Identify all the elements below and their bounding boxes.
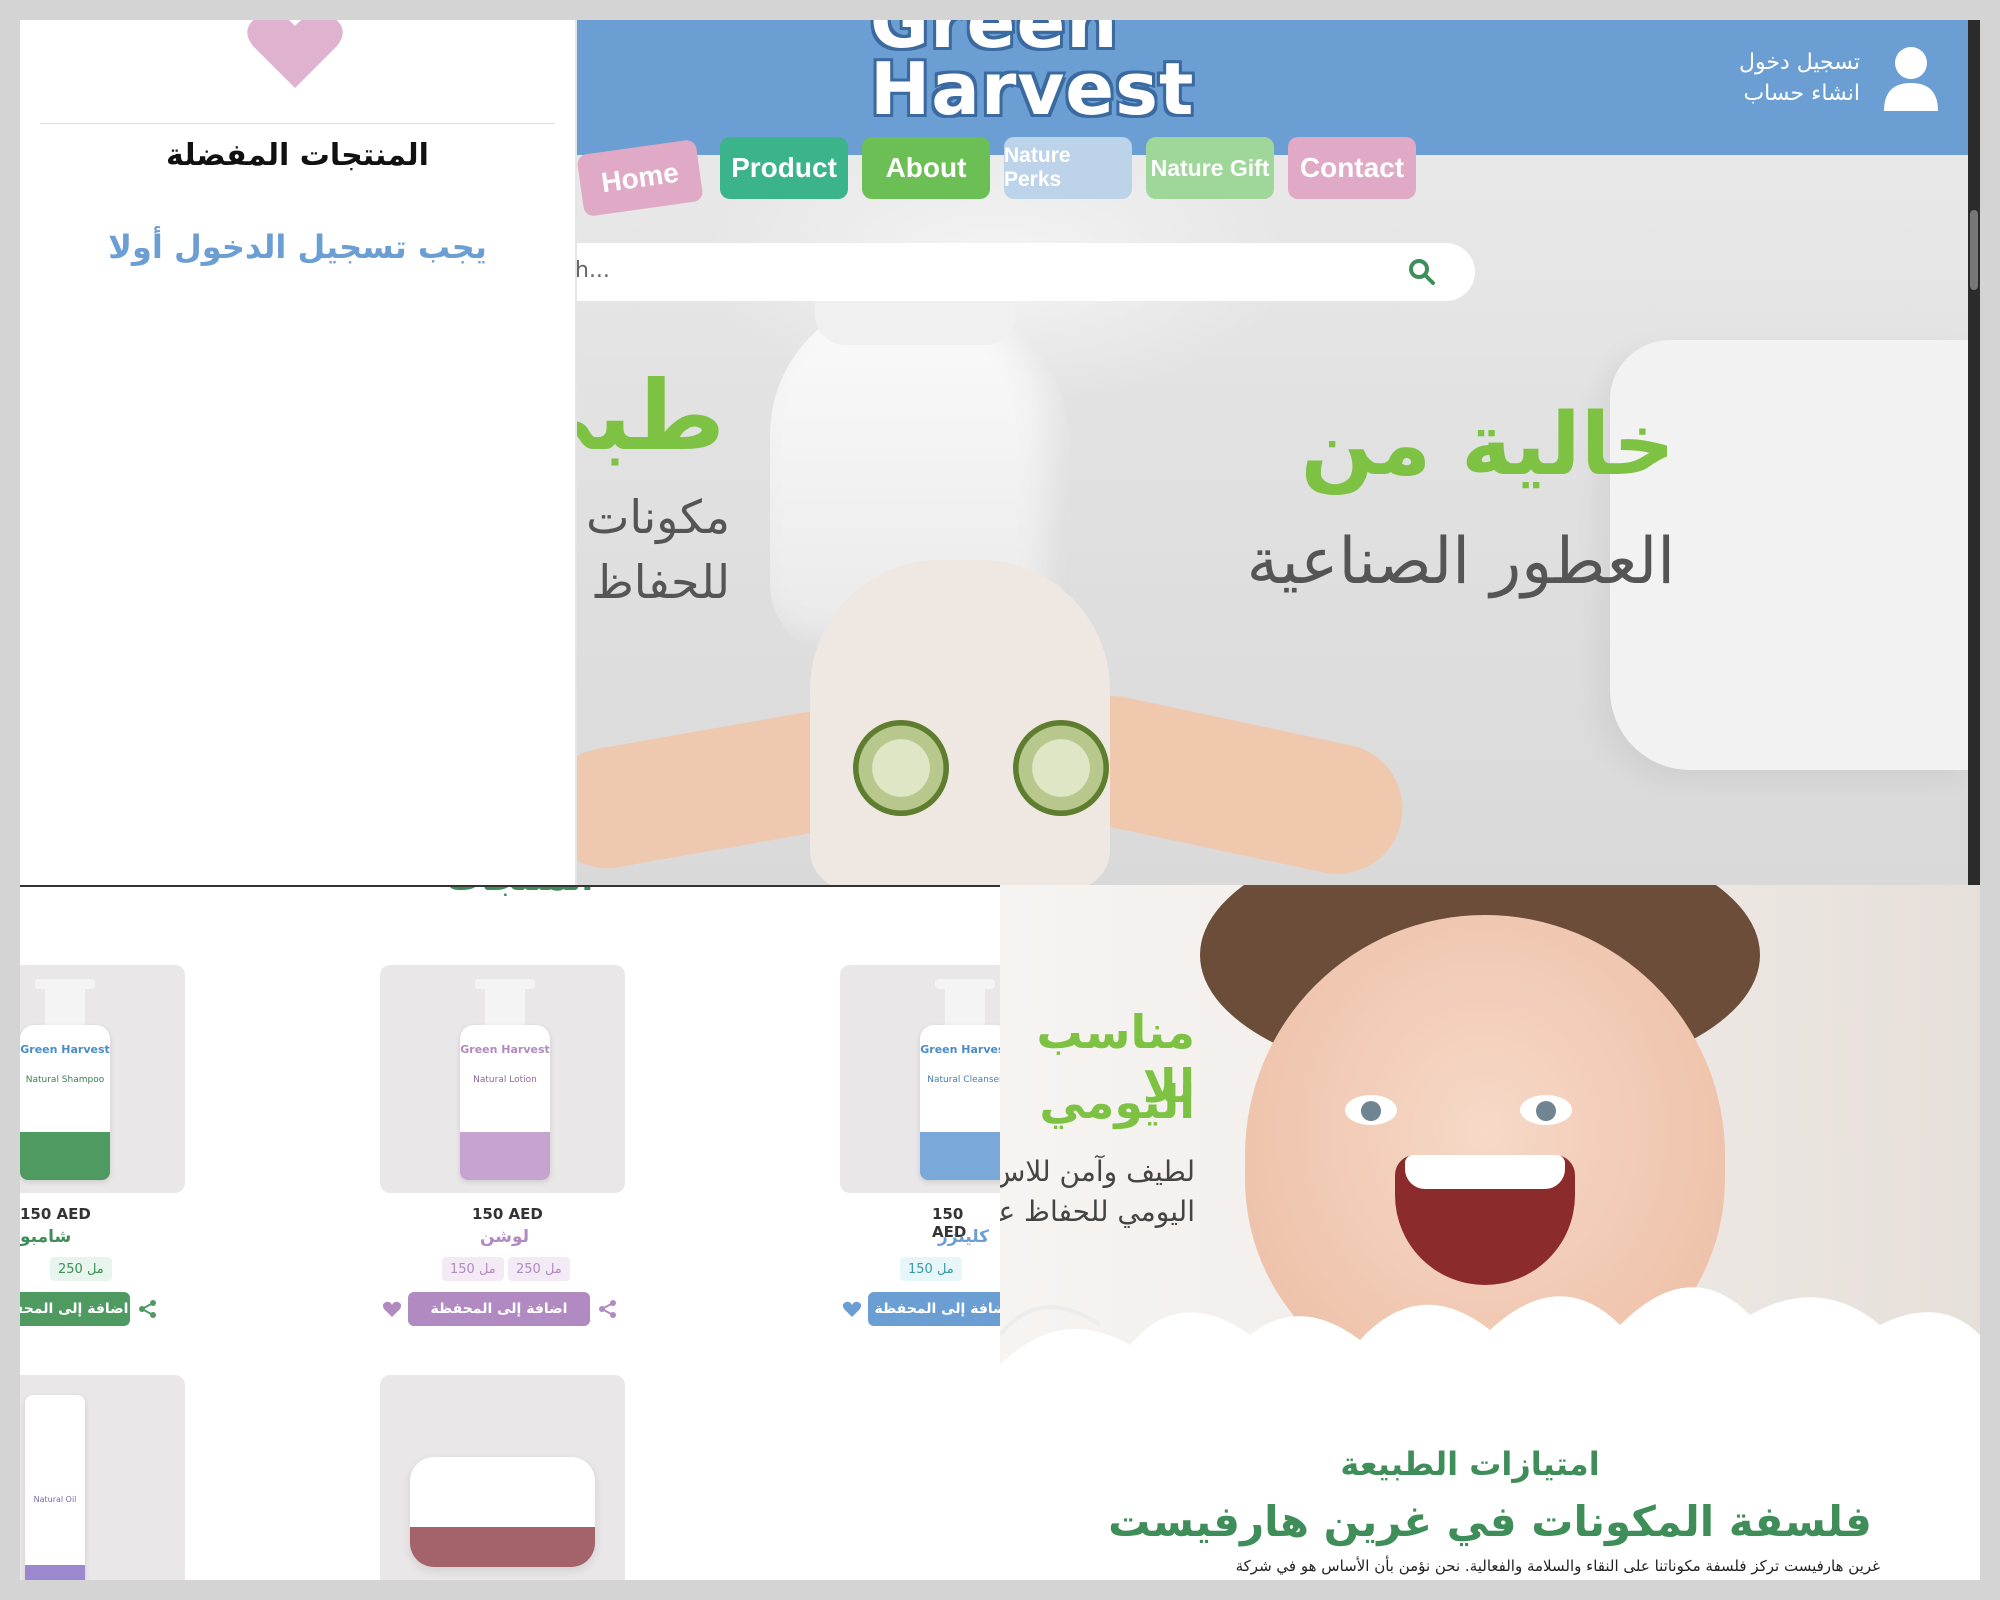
hero-left-title: طبي <box>575 360 725 472</box>
products-section: المنتجات Green Harvest Natural Shampoo 1… <box>20 885 1000 1580</box>
site-header: Green Harvest تسجيل دخول انشاء حساب <box>575 20 1970 155</box>
perks-heading: فلسفة المكونات في غرين هارفيست <box>1108 1497 1872 1546</box>
kid-eye <box>1345 1095 1397 1125</box>
cucumber-slice-image <box>853 720 949 816</box>
bottle-neck <box>485 985 525 1027</box>
nav-nature-gift[interactable]: Nature Gift <box>1146 137 1274 199</box>
bottle-label: Natural Lotion <box>473 1075 537 1085</box>
nav-contact[interactable]: Contact <box>1288 137 1416 199</box>
bottle-oil: Natural Oil <box>25 1395 85 1580</box>
kids-title-line2: اليومي <box>1039 1075 1195 1129</box>
kids-sub-line1: لطيف وآمن للاس <box>1000 1155 1195 1188</box>
heart-icon[interactable] <box>842 1299 862 1319</box>
nav-home-label: Home <box>599 156 681 199</box>
product-price: 150 AED <box>472 1205 543 1223</box>
user-icon[interactable] <box>1882 45 1940 111</box>
product-name: لوشن <box>480 1227 530 1247</box>
heart-icon[interactable] <box>382 1299 402 1319</box>
product-image-oil[interactable]: Natural Oil <box>20 1375 185 1580</box>
kid-teeth <box>1405 1155 1565 1189</box>
bottle-band <box>20 1132 110 1180</box>
hero-left-sub-1: مكونات <box>586 490 730 544</box>
hero-right-title: خالية من <box>1300 395 1675 495</box>
size-option-150[interactable]: 150 مل <box>900 1257 962 1281</box>
kids-section: مناسب للا اليومي لطيف وآمن للاس اليومي ل… <box>1000 885 1980 1580</box>
bottle-cleanser: Green Harvest Natural Cleanser <box>920 1025 1000 1180</box>
nav-product-label: Product <box>731 152 837 183</box>
product-name: كلينزر <box>938 1227 990 1247</box>
product-image-cleanser[interactable]: Green Harvest Natural Cleanser <box>840 965 1000 1193</box>
bottle-brand: Green Harvest <box>460 1043 550 1056</box>
bottle-neck <box>945 985 985 1027</box>
bottle-band <box>460 1132 550 1180</box>
add-to-cart-button[interactable]: اضافة إلى المحفظة <box>20 1292 130 1326</box>
favorites-title: المنتجات المفضلة <box>166 138 429 173</box>
add-to-cart-button[interactable]: اضافة إلى المحفظة <box>408 1292 590 1326</box>
bottle-neck <box>45 985 85 1027</box>
bottle-lotion: Green Harvest Natural Lotion <box>460 1025 550 1180</box>
product-image-cream-jar[interactable] <box>380 1375 625 1580</box>
products-heading: المنتجات <box>400 887 640 899</box>
bottle-brand: Green Harvest <box>920 1043 1000 1056</box>
bottle-band <box>920 1132 1000 1180</box>
account-box: تسجيل دخول انشاء حساب <box>1739 45 1940 111</box>
bottle-label: Natural Shampoo <box>25 1075 105 1085</box>
nav-about[interactable]: About <box>862 137 990 199</box>
cream-jar <box>410 1457 595 1567</box>
nav-product[interactable]: Product <box>720 137 848 199</box>
search-bar[interactable]: h... <box>575 243 1475 301</box>
bottle-shampoo: Green Harvest Natural Shampoo <box>20 1025 110 1180</box>
hero-section: طبي مكونات للحفاظ خالية من العطور الصناع… <box>575 20 1980 885</box>
favorites-panel: المنتجات المفضلة يجب تسجيل الدخول أولا <box>20 20 577 885</box>
hero-left-sub-2: للحفاظ <box>591 555 730 609</box>
bottle-band <box>25 1565 85 1580</box>
size-option-150[interactable]: 150 مل <box>442 1257 504 1281</box>
share-icon[interactable] <box>598 1299 618 1319</box>
nav-nature-perks-label: Nature Perks <box>1004 144 1071 191</box>
page-scrollbar[interactable] <box>1968 20 1980 885</box>
nav-nature-gift-label: Nature Gift <box>1150 154 1270 181</box>
account-links: تسجيل دخول انشاء حساب <box>1739 50 1860 106</box>
login-link[interactable]: تسجيل دخول <box>1739 50 1860 75</box>
screenshot-collage: طبي مكونات للحفاظ خالية من العطور الصناع… <box>20 20 1980 1580</box>
kid-eye <box>1520 1095 1572 1125</box>
nav-about-label: About <box>885 152 967 183</box>
share-icon[interactable] <box>138 1299 158 1319</box>
kids-sub-line2: اليومي للحفاظ عا <box>1000 1195 1195 1228</box>
search-placeholder: h... <box>575 258 610 283</box>
logo-text-harvest[interactable]: Harvest <box>870 47 1194 131</box>
favorites-login-message: يجب تسجيل الدخول أولا <box>108 228 487 266</box>
register-link[interactable]: انشاء حساب <box>1743 81 1860 106</box>
nav-contact-label: Contact <box>1299 152 1405 183</box>
hero-right-sub: العطور الصناعية <box>1246 525 1675 599</box>
product-name: شامبو <box>20 1227 72 1247</box>
search-icon[interactable] <box>1407 257 1437 287</box>
product-price: 150 AED <box>20 1205 91 1223</box>
favorites-divider <box>40 123 555 124</box>
size-option-250[interactable]: 250 مل <box>508 1257 570 1281</box>
cucumber-slice-image <box>1013 720 1109 816</box>
add-to-cart-button[interactable]: اضافة إلى المحفظة <box>868 1292 1000 1326</box>
product-image-shampoo[interactable]: Green Harvest Natural Shampoo <box>20 965 185 1193</box>
bottle-label: Natural Cleanser <box>927 1075 1000 1085</box>
nav-nature-perks[interactable]: Nature Perks <box>1004 137 1132 199</box>
jar-band <box>410 1527 595 1567</box>
bottle-label: Natural Oil <box>33 1495 77 1504</box>
perks-title: امتيازات الطبيعة <box>1340 1445 1600 1483</box>
favorite-heart-icon <box>247 20 343 88</box>
product-image-lotion[interactable]: Green Harvest Natural Lotion <box>380 965 625 1193</box>
scrollbar-thumb[interactable] <box>1970 210 1978 290</box>
bottle-brand: Green Harvest <box>20 1043 110 1056</box>
perks-body: غرين هارفيست تركز فلسفة مكوناتنا على الن… <box>1235 1557 1880 1575</box>
size-option-250[interactable]: 250 مل <box>50 1257 112 1281</box>
